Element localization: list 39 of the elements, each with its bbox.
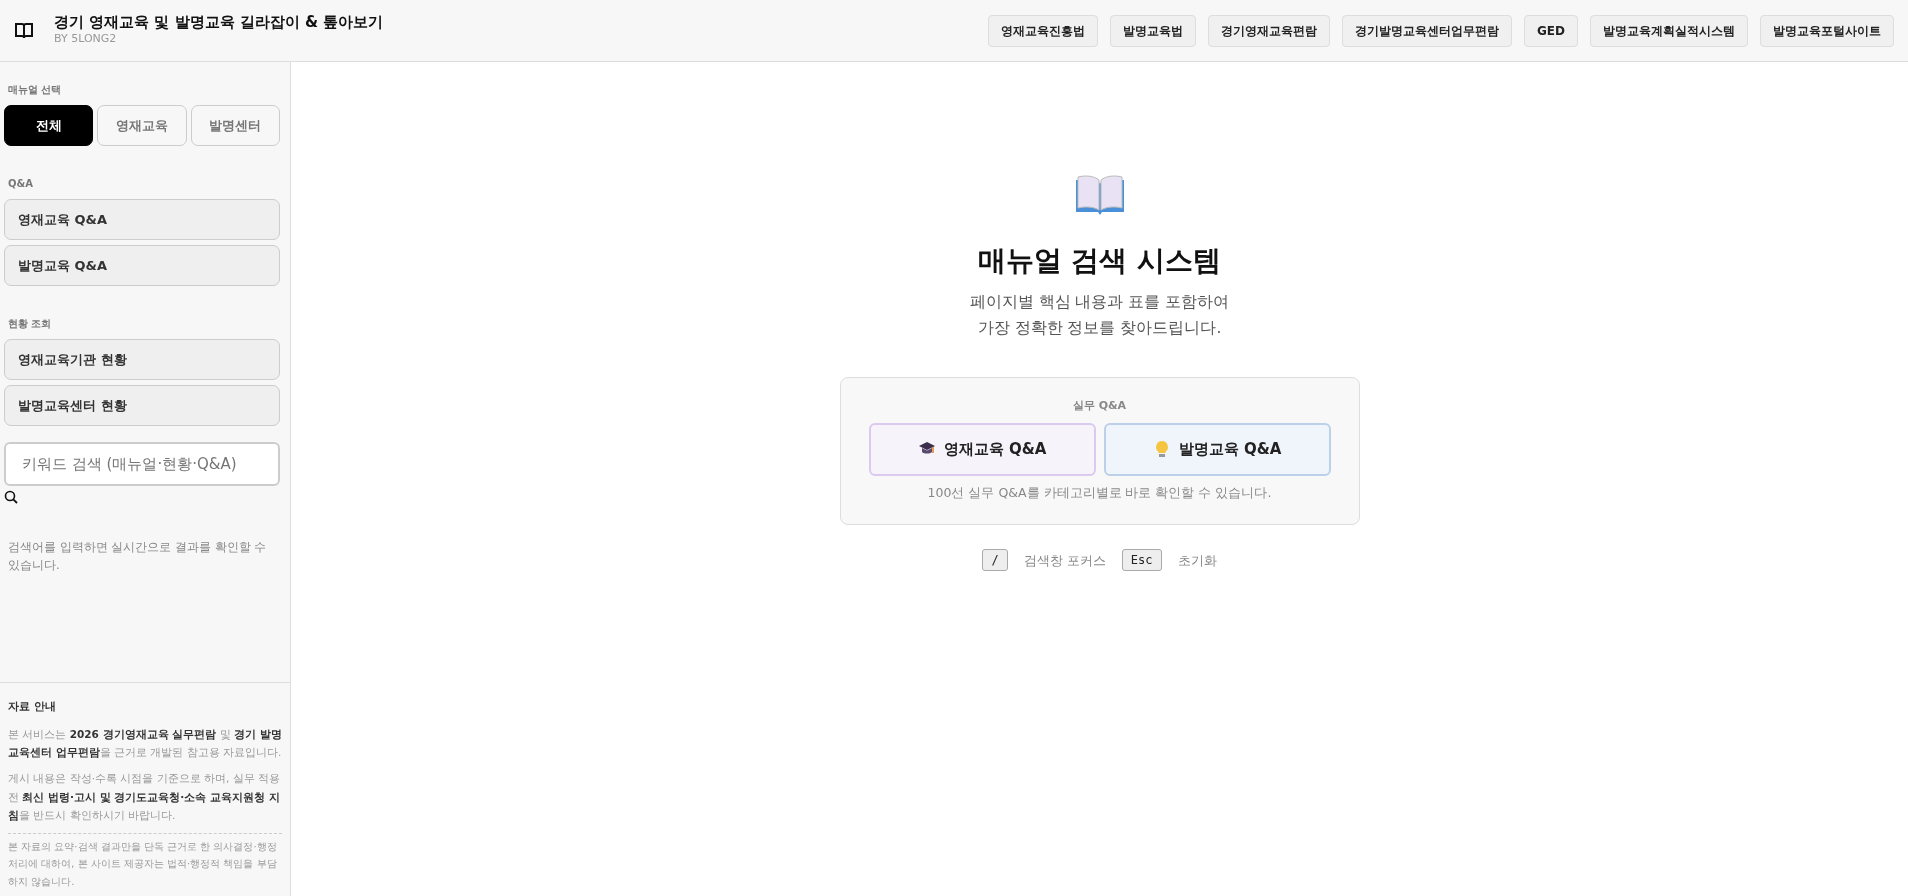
section-label: Q&A xyxy=(8,177,34,191)
filter-tab[interactable]: 발명센터 xyxy=(190,105,280,146)
panel-caption: 100선 실무 Q&A를 카테고리별로 바로 확인할 수 있습니다. xyxy=(926,483,1273,502)
panel-label: 실무 Q&A xyxy=(1071,398,1128,415)
nav-link-button[interactable]: 발명교육포털사이트 xyxy=(1760,14,1894,47)
shortcut-label: 초기화 xyxy=(1177,551,1217,570)
section-label: 매뉴얼 선택 xyxy=(8,83,63,97)
notice-paragraph: 게시 내용은 작성·수록 시점을 기준으로 하며, 실무 적용 전 최신 법령·고시 및 경기도교육청·소속 교육지원청 지침을 반드시 확인하시기 바랍니다. xyxy=(8,771,282,824)
notice-paragraph: 본 서비스는 2026 경기영재교육 실무편람 및 경기 발명교육센터 업무편람을 근거로 개발된 참고용 자료입니다. xyxy=(8,726,282,760)
search-field[interactable]: 키워드 검색 (매뉴얼·현황·Q&A) xyxy=(4,442,280,486)
open-book-icon xyxy=(1073,174,1126,216)
nav-link-button[interactable]: 경기발명교육센터업무편람 xyxy=(1342,14,1512,47)
nav-link-button[interactable]: GED xyxy=(1524,14,1578,47)
subtitle-line: 가장 정확한 정보를 찾아드립니다. xyxy=(976,317,1223,339)
sidebar-item[interactable]: 발명교육 Q&A xyxy=(4,245,280,286)
search-icon xyxy=(4,490,18,504)
qa-button[interactable]: 영재교육 Q&A xyxy=(868,422,1096,476)
nav-link-button[interactable]: 발명교육계획실적시스템 xyxy=(1590,14,1748,47)
search-hint: 검색어를 입력하면 실시간으로 결과를 확인할 수 있습니다. xyxy=(8,539,268,575)
sidebar-item[interactable]: 발명교육센터 현황 xyxy=(4,385,280,426)
sidebar-item[interactable]: 영재교육기관 현황 xyxy=(4,339,280,380)
book-icon xyxy=(14,21,34,40)
filter-tab[interactable]: 영재교육 xyxy=(97,105,187,146)
sidebar-item[interactable]: 영재교육 Q&A xyxy=(4,199,280,240)
site-subtitle: BY 5LONG2 xyxy=(54,31,118,48)
site-title: 경기 영재교육 및 발명교육 길라잡이 & 톺아보기 xyxy=(54,13,384,32)
nav-link-button[interactable]: 경기영재교육편람 xyxy=(1208,14,1330,47)
subtitle-line: 페이지별 핵심 내용과 표를 포함하여 xyxy=(969,292,1230,313)
filter-tab[interactable]: 전체 xyxy=(4,105,94,146)
qa-button[interactable]: 발명교육 Q&A xyxy=(1103,422,1331,476)
nav-link-button[interactable]: 영재교육진흥법 xyxy=(988,14,1098,47)
notice-title: 자료 안내 xyxy=(8,699,57,716)
section-label: 현황 조회 xyxy=(8,317,53,331)
key-cap: Esc xyxy=(1121,549,1162,572)
nav-link-button[interactable]: 발명교육법 xyxy=(1110,14,1196,47)
shortcut-label: 검색창 포커스 xyxy=(1023,551,1106,570)
key-cap: / xyxy=(982,549,1008,572)
disclaimer-text: 본 자료의 요약·검색 결과만을 단독 근거로 한 의사결정·행정 처리에 대하여, 본 사이트 제공자는 법적·행정적 책임을 부담하지 않습니다. xyxy=(8,832,282,890)
page-title: 매뉴얼 검색 시스템 xyxy=(977,243,1222,279)
